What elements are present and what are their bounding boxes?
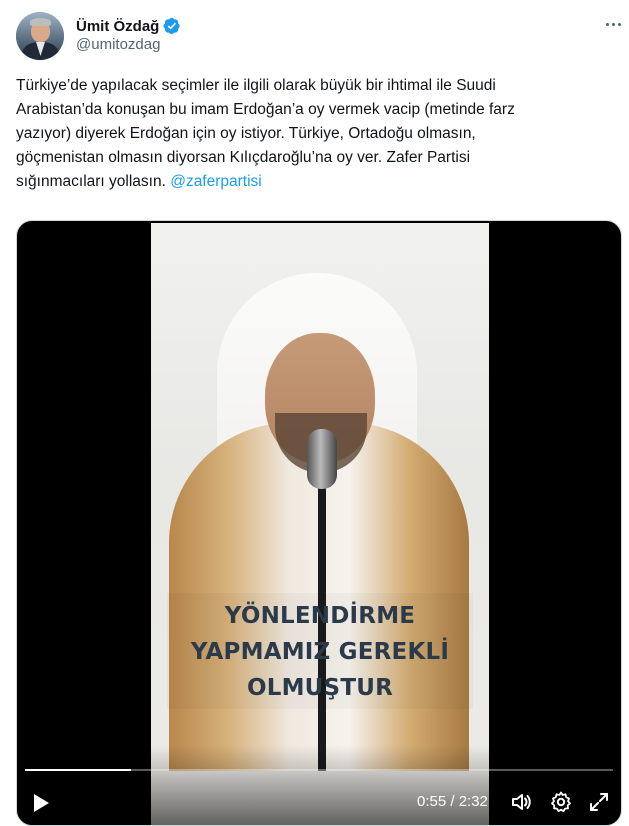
author-display-name[interactable]: Ümit Özdağ [76,18,159,35]
video-time: 0:55 / 2:32 [417,793,488,810]
gear-icon[interactable] [549,790,573,814]
play-icon [34,794,49,812]
video-caption-line: OLMUŞTUR [246,675,393,701]
video-frame[interactable]: YÖNLENDİRME YAPMAMIZ GEREKLİ OLMUŞTUR [151,223,489,825]
play-button[interactable] [31,791,51,815]
verified-badge-icon [163,17,181,35]
tweet-text-line: göçmenistan olmasın diyorsan Kılıçdaroğl… [16,149,471,166]
fullscreen-icon[interactable] [587,790,611,814]
tweet-text: Türkiye’de yapılacak seçimler ile ilgili… [16,74,616,194]
tweet: Ümit Özdağ @umitozdag Türkiye’de yapılac… [0,0,629,826]
more-button[interactable] [600,14,626,34]
video-caption-line: YAPMAMIZ GEREKLİ [190,639,450,665]
volume-icon[interactable] [509,790,533,814]
video-progress-fill [25,769,131,771]
tweet-text-line: Arabistan’da konuşan bu imam Erdoğan’a o… [16,101,515,118]
author-name-row: Ümit Özdağ [76,16,181,36]
mention-link[interactable]: @zaferpartisi [170,173,262,190]
video-progress-bar[interactable] [25,769,613,771]
tweet-text-line: Türkiye’de yapılacak seçimler ile ilgili… [16,77,496,94]
tweet-text-line: yazıyor) diyerek Erdoğan için oy istiyor… [16,125,476,142]
tweet-text-line: sığınmacıları yollasın. [16,173,171,190]
author-handle[interactable]: @umitozdag [76,36,160,53]
video-player[interactable]: YÖNLENDİRME YAPMAMIZ GEREKLİ OLMUŞTUR 0:… [16,220,622,826]
more-icon [605,22,609,26]
video-caption-line: YÖNLENDİRME [224,603,416,629]
avatar[interactable] [16,12,64,60]
